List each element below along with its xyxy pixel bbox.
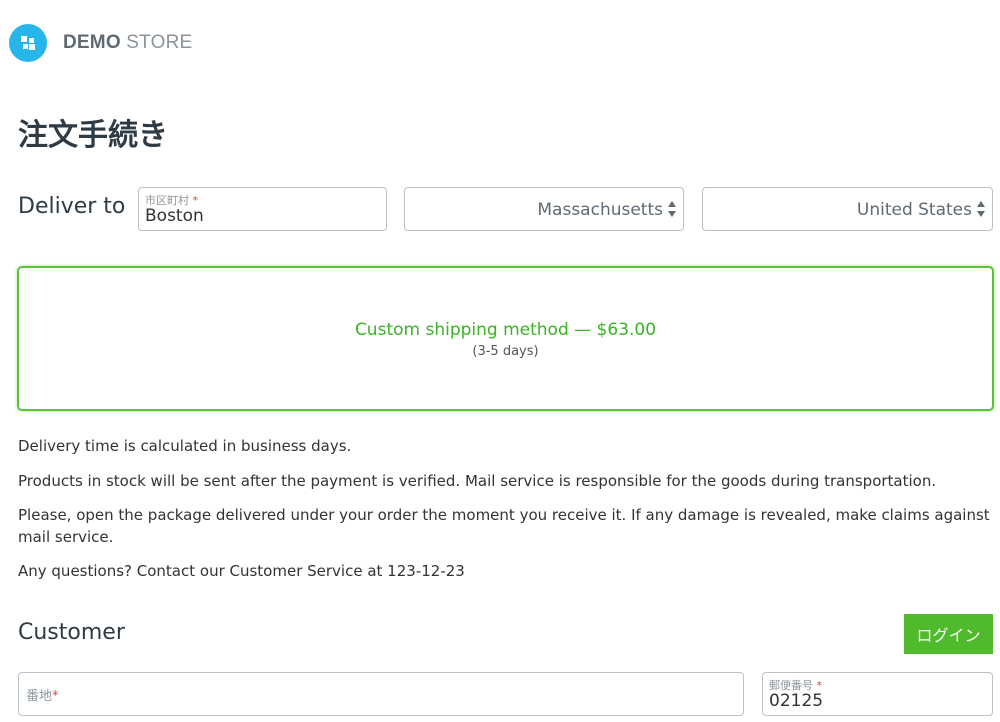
postal-code-field[interactable]: 郵便番号 * 02125 <box>762 672 993 716</box>
shipping-days: (3-5 days) <box>472 344 539 359</box>
address-field-label: 番地* <box>26 685 59 704</box>
city-field[interactable]: 市区町村 * Boston <box>138 187 387 231</box>
brand-bold: DEMO <box>63 32 121 53</box>
windows-grid-icon <box>21 36 35 50</box>
info-stock: Products in stock will be sent after the… <box>18 472 937 490</box>
store-brand-name[interactable]: DEMO STORE <box>63 32 192 54</box>
info-package: Please, open the package delivered under… <box>18 506 990 546</box>
info-delivery-time: Delivery time is calculated in business … <box>18 437 352 455</box>
page-title: 注文手続き <box>18 118 168 153</box>
state-select[interactable]: Massachusetts <box>404 187 684 231</box>
deliver-to-label: Deliver to <box>18 194 126 219</box>
select-arrows-icon <box>668 201 676 217</box>
postal-value: 02125 <box>769 691 824 711</box>
select-arrows-icon <box>977 201 985 217</box>
address-label-text: 番地 <box>26 689 53 704</box>
info-contact: Any questions? Contact our Customer Serv… <box>18 562 465 580</box>
customer-heading: Customer <box>18 620 125 645</box>
country-selected-value: United States <box>856 200 972 220</box>
brand-light: STORE <box>126 32 193 53</box>
required-mark: * <box>52 689 59 704</box>
city-value: Boston <box>145 206 204 226</box>
address-field[interactable]: 番地* <box>18 672 744 716</box>
store-logo[interactable] <box>9 24 47 62</box>
country-select[interactable]: United States <box>702 187 993 231</box>
state-selected-value: Massachusetts <box>537 200 663 220</box>
shipping-method-option[interactable]: Custom shipping method — $63.00 (3-5 day… <box>17 266 994 411</box>
login-button[interactable]: ログイン <box>904 614 993 654</box>
shipping-method-label: Custom shipping method — $63.00 <box>354 320 657 340</box>
